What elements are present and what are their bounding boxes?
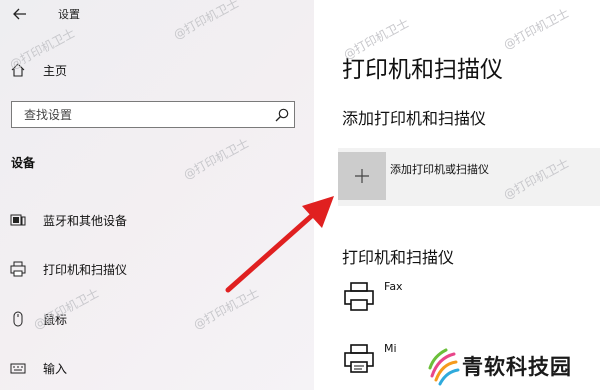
device-name: Mi: [384, 342, 397, 355]
add-section-title: 添加打印机和扫描仪: [342, 109, 487, 128]
printers-list-title: 打印机和扫描仪: [342, 248, 455, 267]
sidebar-item-label: 蓝牙和其他设备: [43, 214, 128, 228]
home-icon: [10, 62, 26, 78]
back-arrow-icon[interactable]: [10, 4, 30, 24]
printer-icon: [10, 261, 26, 277]
sidebar-item-mouse[interactable]: 鼠标: [0, 306, 314, 334]
search-box[interactable]: [11, 101, 295, 128]
sidebar-item-printers[interactable]: 打印机和扫描仪: [0, 256, 314, 284]
search-input[interactable]: [22, 102, 276, 127]
sidebar-item-typing[interactable]: 输入: [0, 355, 314, 383]
fax-icon: [342, 280, 376, 314]
main-content: 打印机和扫描仪 添加打印机和扫描仪 添加打印机或扫描仪 打印机和扫描仪 Fax …: [314, 0, 600, 390]
brand-logo: 青软科技园: [420, 346, 596, 388]
page-title: 打印机和扫描仪: [342, 57, 503, 83]
add-printer-button[interactable]: 添加打印机或扫描仪: [338, 148, 600, 206]
sidebar-item-label: 输入: [43, 362, 68, 376]
sidebar-item-label: 鼠标: [43, 313, 68, 327]
keyboard-icon: [10, 360, 26, 376]
section-heading-devices: 设备: [11, 156, 36, 170]
add-tile: [338, 152, 386, 200]
sidebar: 设置 主页 设备 蓝牙和其他设备 打印机和扫描仪 鼠标 输入: [0, 0, 314, 390]
add-printer-label: 添加打印机或扫描仪: [390, 163, 489, 176]
app-title: 设置: [58, 8, 80, 21]
logo-mark: [428, 348, 460, 386]
device-name: Fax: [384, 280, 403, 293]
mouse-icon: [10, 311, 26, 327]
logo-text: 青软科技园: [462, 355, 572, 379]
sidebar-item-label: 主页: [43, 64, 68, 78]
printer-icon: [342, 342, 376, 376]
sidebar-item-bluetooth[interactable]: 蓝牙和其他设备: [0, 207, 314, 235]
bluetooth-devices-icon: [10, 212, 26, 228]
plus-icon: [355, 169, 369, 183]
sidebar-item-label: 打印机和扫描仪: [43, 263, 128, 277]
device-item-fax[interactable]: Fax: [338, 278, 600, 320]
search-icon[interactable]: [274, 107, 290, 123]
sidebar-item-home[interactable]: 主页: [0, 57, 314, 85]
